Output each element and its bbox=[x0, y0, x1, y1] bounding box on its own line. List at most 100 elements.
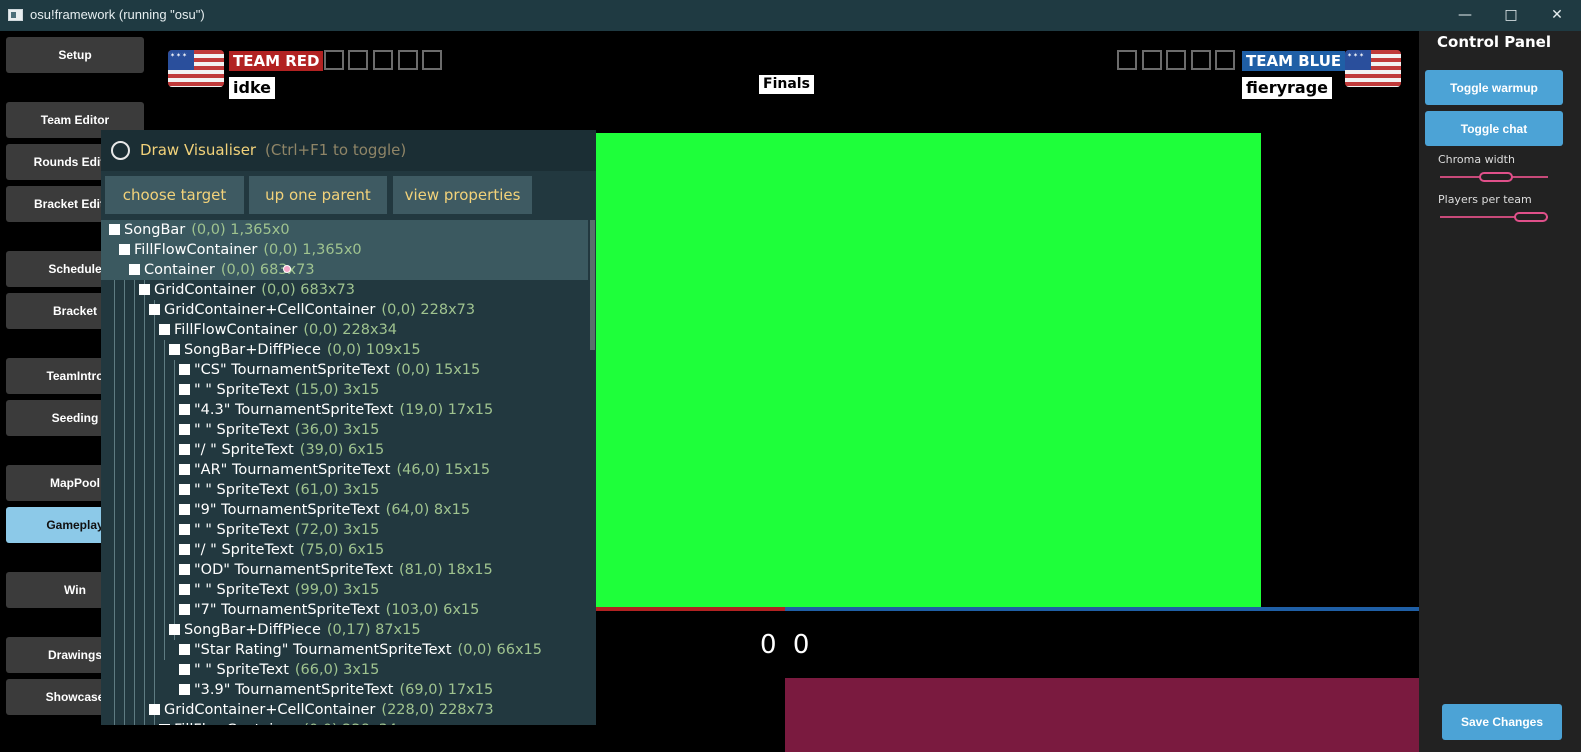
tree-node-bounds: (66,0) 3x15 bbox=[294, 662, 380, 678]
team-blue-score: 0 bbox=[792, 630, 814, 660]
toggle-chat-button[interactable]: Toggle chat bbox=[1425, 111, 1563, 146]
tree-node-bounds: (0,0) 1,365x0 bbox=[263, 242, 362, 258]
tree-row[interactable]: "/ " SpriteText (39,0) 6x15 bbox=[179, 440, 384, 460]
tree-row[interactable]: "Star Rating" TournamentSpriteText (0,0) … bbox=[179, 640, 542, 660]
tree-node-bounds: (103,0) 6x15 bbox=[385, 602, 480, 618]
checkbox-icon[interactable] bbox=[119, 244, 130, 255]
tree-guide-line bbox=[154, 300, 155, 725]
tree-row[interactable]: "/ " SpriteText (75,0) 6x15 bbox=[179, 540, 384, 560]
checkbox-icon[interactable] bbox=[179, 644, 190, 655]
checkbox-icon[interactable] bbox=[169, 344, 180, 355]
checkbox-icon[interactable] bbox=[129, 264, 140, 275]
checkbox-icon[interactable] bbox=[179, 504, 190, 515]
minimize-icon[interactable]: — bbox=[1442, 0, 1488, 31]
tree-guide-line bbox=[134, 260, 135, 725]
tree-node-bounds: (36,0) 3x15 bbox=[294, 422, 380, 438]
tree-node-name: FillFlowContainer bbox=[174, 322, 298, 338]
tree-row[interactable]: " " SpriteText (72,0) 3x15 bbox=[179, 520, 379, 540]
tree-node-name: "9" TournamentSpriteText bbox=[194, 502, 380, 518]
checkbox-icon[interactable] bbox=[179, 484, 190, 495]
drawable-tree[interactable]: SongBar (0,0) 1,365x0 FillFlowContainer (0,… bbox=[101, 220, 588, 725]
tree-row[interactable]: " " SpriteText (36,0) 3x15 bbox=[179, 420, 379, 440]
checkbox-icon[interactable] bbox=[149, 304, 160, 315]
tree-row[interactable]: SongBar+DiffPiece (0,17) 87x15 bbox=[169, 620, 421, 640]
checkbox-icon[interactable] bbox=[159, 724, 170, 725]
tree-row[interactable]: "CS" TournamentSpriteText (0,0) 15x15 bbox=[179, 360, 480, 380]
checkbox-icon[interactable] bbox=[149, 704, 160, 715]
tree-node-bounds: (228,0) 228x73 bbox=[381, 702, 494, 718]
tree-node-name: "3.9" TournamentSpriteText bbox=[194, 682, 394, 698]
tree-node-name: SongBar bbox=[124, 222, 186, 238]
tree-row[interactable]: " " SpriteText (15,0) 3x15 bbox=[179, 380, 379, 400]
match-score: 0 0 bbox=[760, 630, 813, 660]
checkbox-icon[interactable] bbox=[179, 404, 190, 415]
visualiser-scrollbar[interactable] bbox=[590, 220, 595, 350]
checkbox-icon[interactable] bbox=[169, 624, 180, 635]
visualiser-header[interactable]: Draw Visualiser (Ctrl+F1 to toggle) bbox=[101, 130, 596, 171]
checkbox-icon[interactable] bbox=[179, 684, 190, 695]
tree-row[interactable]: " " SpriteText (99,0) 3x15 bbox=[179, 580, 379, 600]
tree-node-bounds: (0,0) 683x73 bbox=[261, 282, 355, 298]
checkbox-icon[interactable] bbox=[179, 364, 190, 375]
nav-setup-button[interactable]: Setup bbox=[6, 37, 144, 73]
checkbox-icon[interactable] bbox=[179, 564, 190, 575]
checkbox-icon[interactable] bbox=[109, 224, 120, 235]
checkbox-icon[interactable] bbox=[159, 324, 170, 335]
tree-row[interactable]: "9" TournamentSpriteText (64,0) 8x15 bbox=[179, 500, 470, 520]
tree-row[interactable]: SongBar (0,0) 1,365x0 bbox=[109, 220, 290, 240]
tree-row[interactable]: FillFlowContainer (0,0) 1,365x0 bbox=[119, 240, 362, 260]
checkbox-icon[interactable] bbox=[179, 444, 190, 455]
tree-row[interactable]: " " SpriteText (66,0) 3x15 bbox=[179, 660, 379, 680]
toggle-warmup-button[interactable]: Toggle warmup bbox=[1425, 70, 1563, 105]
tree-row[interactable]: "AR" TournamentSpriteText (46,0) 15x15 bbox=[179, 460, 490, 480]
chroma-key-area bbox=[595, 133, 1261, 607]
tree-row[interactable]: "4.3" TournamentSpriteText (19,0) 17x15 bbox=[179, 400, 493, 420]
tree-row[interactable]: GridContainer (0,0) 683x73 bbox=[139, 280, 355, 300]
tree-row[interactable]: "OD" TournamentSpriteText (81,0) 18x15 bbox=[179, 560, 493, 580]
checkbox-icon[interactable] bbox=[139, 284, 150, 295]
checkbox-icon[interactable] bbox=[179, 424, 190, 435]
tree-guide-line bbox=[124, 240, 125, 725]
tree-node-bounds: (0,0) 228x34 bbox=[303, 322, 398, 338]
save-changes-button[interactable]: Save Changes bbox=[1442, 704, 1562, 740]
team-red-label: TEAM RED bbox=[229, 51, 324, 71]
tree-node-bounds: (0,0) 228x73 bbox=[381, 302, 476, 318]
maximize-icon[interactable]: □ bbox=[1488, 0, 1534, 31]
up-one-parent-button[interactable]: up one parent bbox=[249, 176, 387, 214]
tree-node-name: " " SpriteText bbox=[194, 522, 289, 538]
tree-row[interactable]: " " SpriteText (61,0) 3x15 bbox=[179, 480, 379, 500]
tree-node-bounds: (81,0) 18x15 bbox=[399, 562, 493, 578]
checkbox-icon[interactable] bbox=[179, 384, 190, 395]
tree-node-name: "CS" TournamentSpriteText bbox=[194, 362, 390, 378]
players-per-team-slider-thumb[interactable] bbox=[1514, 212, 1548, 222]
tree-row[interactable]: "3.9" TournamentSpriteText (69,0) 17x15 bbox=[179, 680, 493, 700]
tree-row[interactable]: "7" TournamentSpriteText (103,0) 6x15 bbox=[179, 600, 479, 620]
circle-icon[interactable] bbox=[111, 141, 130, 160]
draw-visualiser[interactable]: Draw Visualiser (Ctrl+F1 to toggle) choo… bbox=[101, 130, 596, 725]
tree-node-bounds: (15,0) 3x15 bbox=[294, 382, 380, 398]
close-icon[interactable]: ✕ bbox=[1534, 0, 1580, 31]
tree-row[interactable]: FillFlowContainer (0,0) 228x34 bbox=[159, 320, 397, 340]
tree-node-name: GridContainer bbox=[154, 282, 256, 298]
checkbox-icon[interactable] bbox=[179, 604, 190, 615]
checkbox-icon[interactable] bbox=[179, 524, 190, 535]
tree-row[interactable]: GridContainer+CellContainer (0,0) 228x73 bbox=[149, 300, 475, 320]
tree-row[interactable]: GridContainer+CellContainer (228,0) 228x7… bbox=[149, 700, 494, 720]
tree-node-bounds: (46,0) 15x15 bbox=[396, 462, 491, 478]
team-red-name: idke bbox=[229, 77, 275, 99]
team-blue-score-bar bbox=[785, 607, 1419, 611]
tree-row[interactable]: SongBar+DiffPiece (0,0) 109x15 bbox=[169, 340, 421, 360]
chroma-width-slider-thumb[interactable] bbox=[1479, 172, 1513, 182]
tree-row[interactable]: FillFlowContainer (0,0) 228x34 bbox=[159, 720, 397, 725]
tree-node-name: "AR" TournamentSpriteText bbox=[194, 462, 391, 478]
tree-node-bounds: (75,0) 6x15 bbox=[299, 542, 385, 558]
tree-node-name: " " SpriteText bbox=[194, 482, 289, 498]
choose-target-button[interactable]: choose target bbox=[105, 176, 244, 214]
checkbox-icon[interactable] bbox=[179, 544, 190, 555]
team-blue-star-box bbox=[1215, 50, 1235, 70]
checkbox-icon[interactable] bbox=[179, 664, 190, 675]
checkbox-icon[interactable] bbox=[179, 584, 190, 595]
team-blue-label: TEAM BLUE bbox=[1242, 51, 1346, 71]
view-properties-button[interactable]: view properties bbox=[393, 176, 532, 214]
checkbox-icon[interactable] bbox=[179, 464, 190, 475]
